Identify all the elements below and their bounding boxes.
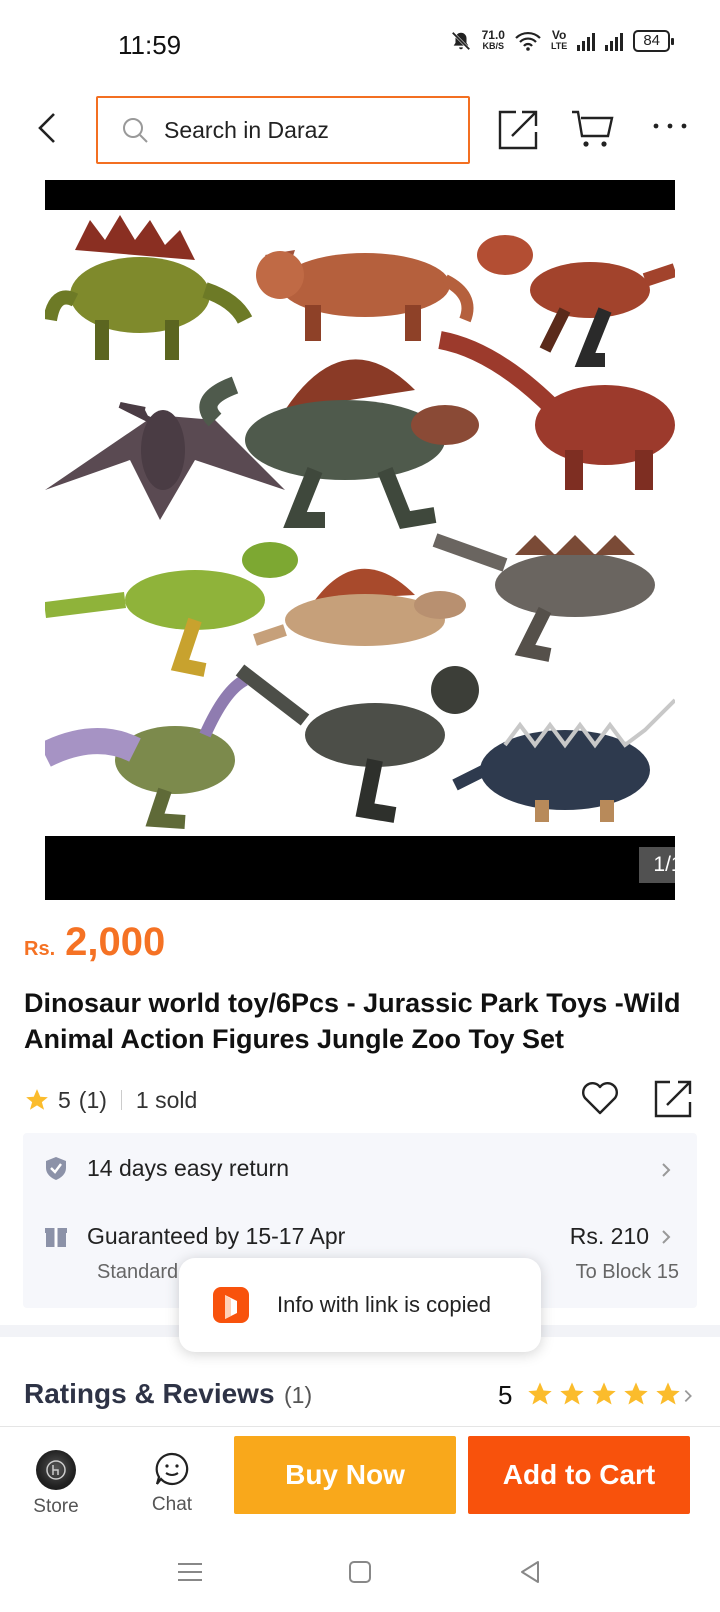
t-rex-red-figure (477, 235, 675, 367)
share-icon[interactable] (496, 108, 540, 152)
wishlist-heart-icon[interactable] (580, 1078, 620, 1118)
menu-icon[interactable] (174, 1556, 206, 1588)
wifi-icon (515, 31, 541, 51)
store-label: Store (33, 1496, 79, 1517)
store-button[interactable]: Store (20, 1450, 92, 1518)
return-policy-row[interactable]: 14 days easy return (23, 1133, 697, 1203)
signal-icon-2 (605, 31, 624, 51)
velociraptor-green-figure (45, 542, 298, 677)
ratings-count: (1) (284, 1382, 313, 1408)
status-time: 11:59 (118, 30, 182, 60)
back-arrow-icon[interactable] (30, 110, 66, 146)
delivery-label: Guaranteed by 15-17 Apr (87, 1223, 346, 1249)
therizinosaurus-figure (45, 674, 249, 829)
chevron-right-icon (662, 1163, 671, 1177)
ratings-stars (526, 1380, 682, 1408)
share-product-icon[interactable] (652, 1078, 694, 1120)
price-value: 2,000 (65, 920, 166, 964)
star-icon (26, 1089, 48, 1110)
price-currency: Rs. (24, 938, 56, 960)
star-icon (528, 1382, 552, 1405)
stegosaurus-figure (45, 215, 253, 360)
star-icon (656, 1382, 680, 1405)
back-triangle-icon[interactable] (514, 1556, 546, 1588)
star-icon (592, 1382, 616, 1405)
toast-text: Info with link is copied (277, 1292, 491, 1317)
triceratops-figure (256, 250, 474, 341)
brachiosaurus-figure (438, 331, 675, 490)
search-placeholder: Search in Daraz (164, 116, 329, 143)
delivery-destination: To Block 15 (575, 1261, 679, 1283)
return-label: 14 days easy return (87, 1155, 290, 1181)
star-icon (560, 1382, 584, 1405)
bottom-action-bar: Store Chat Buy Now Add to Cart (0, 1430, 720, 1530)
pachycephalosaurus-figure (235, 664, 479, 823)
ratings-title: Ratings & Reviews (24, 1378, 275, 1409)
spinosaurus-figure (199, 359, 479, 529)
mute-bell-icon (451, 31, 470, 51)
divider (0, 1426, 720, 1427)
more-icon[interactable] (650, 106, 690, 146)
chevron-right-icon (684, 1390, 692, 1402)
pteranodon-figure (45, 402, 285, 520)
delivery-fee: Rs. 210 (569, 1223, 649, 1249)
net-speed: 71.0 KB/S (481, 28, 505, 52)
product-title: Dinosaur world toy/6Pcs - Jurassic Park … (24, 988, 681, 1054)
spinosaurus-grey-figure (432, 533, 655, 662)
net-speed-value: 71.0 (481, 28, 505, 42)
copied-toast: Info with link is copied (179, 1258, 541, 1352)
product-price: Rs. 2,000 (24, 920, 165, 965)
ratings-reviews-header[interactable]: Ratings & Reviews (1) 5 (24, 1370, 696, 1418)
chevron-right-icon (662, 1230, 671, 1244)
star-icon (624, 1382, 648, 1405)
cart-icon[interactable] (570, 106, 616, 152)
chat-label: Chat (151, 1494, 193, 1515)
ratings-score: 5 (498, 1380, 513, 1410)
rating-summary[interactable]: 5 (1) 1 sold (24, 1082, 197, 1118)
signal-icon-1 (577, 31, 596, 51)
battery-indicator: 84 (633, 30, 674, 52)
shield-check-icon (46, 1157, 66, 1180)
rating-value: 5 (58, 1086, 71, 1113)
add-to-cart-button[interactable]: Add to Cart (468, 1436, 690, 1514)
rating-divider (120, 1090, 122, 1110)
search-input[interactable]: Search in Daraz (96, 96, 470, 164)
ankylosaurus-figure (452, 698, 675, 822)
top-nav: Search in Daraz (0, 92, 720, 166)
product-image-gallery[interactable]: 1/1 (45, 180, 675, 900)
product-image (45, 210, 675, 836)
dinosaur-figures-image (45, 215, 675, 829)
store-avatar (36, 1450, 76, 1490)
volte-line2: LTE (550, 41, 568, 51)
buy-now-button[interactable]: Buy Now (234, 1436, 456, 1514)
home-icon[interactable] (344, 1556, 376, 1588)
sold-count: 1 sold (135, 1086, 198, 1113)
volte-line1: Vo (551, 28, 567, 42)
chat-button[interactable]: Chat (136, 1450, 208, 1516)
net-speed-unit: KB/S (482, 41, 505, 51)
status-icons: 71.0 KB/S Vo LTE 84 (450, 28, 674, 52)
dimetrodon-figure (253, 568, 466, 646)
delivery-type: Standard (97, 1261, 179, 1283)
chat-icon (155, 1452, 189, 1486)
search-icon (123, 118, 148, 143)
volte-indicator: Vo LTE (550, 28, 568, 52)
system-nav-bar (0, 1540, 720, 1612)
daraz-logo-icon (213, 1287, 249, 1323)
status-bar: 11:59 71.0 KB/S Vo LTE 84 (0, 0, 720, 90)
rating-count: (1) (78, 1086, 107, 1113)
image-counter: 1/1 (639, 847, 675, 883)
store-logo-icon (46, 1460, 66, 1480)
gift-box-icon (45, 1228, 67, 1247)
